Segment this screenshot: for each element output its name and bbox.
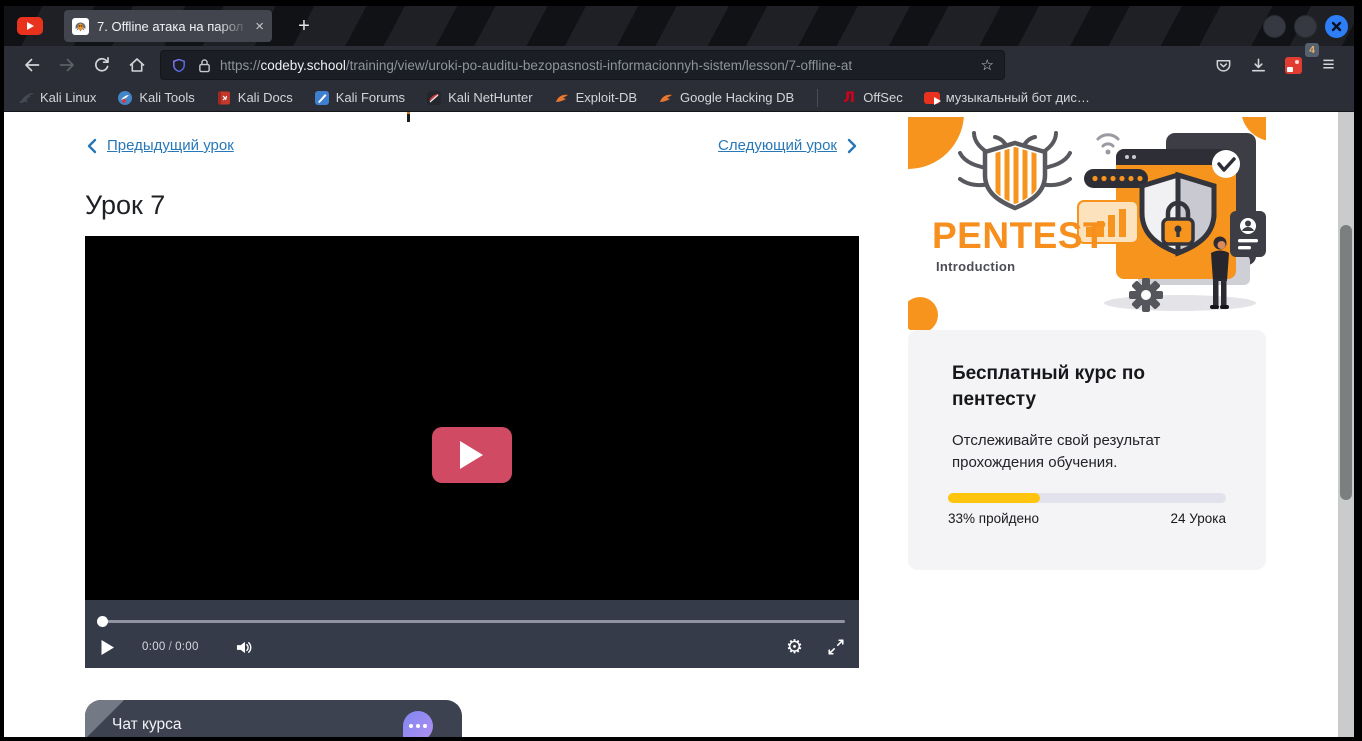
bookmark-offsec[interactable]: Л OffSec xyxy=(841,90,903,106)
shield-icon[interactable] xyxy=(171,57,187,74)
toolbar-right: 4 ≡ xyxy=(1206,50,1354,80)
chevron-left-icon xyxy=(85,138,99,154)
big-play-button[interactable] xyxy=(432,427,512,483)
kali-tools-icon xyxy=(117,90,133,106)
bookmark-google-hacking-db[interactable]: Google Hacking DB xyxy=(658,90,794,106)
bookmark-kali-nethunter[interactable]: Kali NetHunter xyxy=(426,90,533,106)
pinned-tab-youtube[interactable] xyxy=(4,9,56,43)
bookmark-kali-docs[interactable]: Kali Docs xyxy=(216,90,293,106)
exploit-db-icon xyxy=(554,90,570,106)
card-title: Бесплатный курс по пентесту xyxy=(952,361,1207,413)
bookmark-exploit-db[interactable]: Exploit-DB xyxy=(554,90,637,106)
video-downloader-addon-icon[interactable]: 4 xyxy=(1276,50,1311,80)
chat-title: Чат курса xyxy=(112,716,182,734)
progress-percent-label: 33% пройдено xyxy=(948,511,1039,526)
banner-brand-text: PENTEST xyxy=(932,215,1106,257)
card-description: Отслеживайте свой результат прохождения … xyxy=(952,430,1182,474)
chat-bubble-icon[interactable] xyxy=(403,711,433,737)
tab-close-icon[interactable]: × xyxy=(255,18,264,35)
bookmark-kali-linux[interactable]: Kali Linux xyxy=(18,90,96,106)
play-icon[interactable] xyxy=(100,639,115,656)
lesson-title: Урок 7 xyxy=(85,190,165,221)
close-button[interactable] xyxy=(1325,15,1348,38)
progress-fill xyxy=(948,493,1040,503)
kali-docs-icon xyxy=(216,90,232,106)
volume-icon[interactable] xyxy=(235,639,254,656)
scrollbar-thumb[interactable] xyxy=(1340,225,1352,500)
fullscreen-icon[interactable] xyxy=(827,638,845,656)
addon-red-icon xyxy=(1285,57,1302,74)
active-tab[interactable]: 7. Offline атака на парол × xyxy=(64,10,272,42)
navigation-toolbar: https://codeby.school/training/view/urok… xyxy=(4,46,1354,84)
bookmark-music-bot[interactable]: музыкальный бот дис… xyxy=(924,90,1090,106)
progress-bar xyxy=(948,493,1226,503)
kali-forums-icon xyxy=(314,90,330,106)
bookmarks-toolbar: Kali Linux Kali Tools Kali Docs Kali For… xyxy=(4,84,1354,112)
pocket-icon[interactable] xyxy=(1206,50,1241,80)
addon-badge: 4 xyxy=(1305,43,1319,57)
previous-lesson-link[interactable]: Предыдущий урок xyxy=(85,137,234,154)
bookmark-kali-forums[interactable]: Kali Forums xyxy=(314,90,405,106)
bookmarks-separator xyxy=(817,89,818,107)
youtube-icon xyxy=(17,17,43,35)
lesson-navigation: Предыдущий урок Следующий урок xyxy=(85,137,859,154)
titlebar: 7. Offline атака на парол × + xyxy=(4,6,1354,46)
lessons-count-label: 24 Урока xyxy=(1171,511,1226,526)
offsec-icon: Л xyxy=(841,90,857,106)
home-icon[interactable] xyxy=(119,50,154,80)
time-display: 0:00/0:00 xyxy=(142,641,199,653)
forward-icon[interactable] xyxy=(49,50,84,80)
tab-title: 7. Offline атака на парол xyxy=(97,19,251,34)
kali-nethunter-icon xyxy=(426,90,442,106)
back-icon[interactable] xyxy=(14,50,49,80)
course-progress-card: Бесплатный курс по пентесту Отслеживайте… xyxy=(908,330,1266,570)
reload-icon[interactable] xyxy=(84,50,119,80)
player-controls: 0:00/0:00 ⚙ xyxy=(85,600,859,668)
kali-linux-icon xyxy=(18,90,34,106)
chevron-right-icon xyxy=(845,138,859,154)
browser-window: 7. Offline атака на парол × + xyxy=(0,0,1362,741)
banner-subtitle-text: Introduction xyxy=(936,259,1015,274)
settings-gear-icon[interactable]: ⚙ xyxy=(786,638,803,657)
clipped-heading-fragment xyxy=(407,112,410,122)
url-text[interactable]: https://codeby.school/training/view/urok… xyxy=(220,58,975,73)
google-hacking-db-icon xyxy=(658,90,674,106)
page-scrollbar[interactable] xyxy=(1338,112,1354,737)
seek-knob[interactable] xyxy=(97,616,108,627)
lock-icon xyxy=(198,58,211,73)
maximize-button[interactable] xyxy=(1294,15,1317,38)
next-lesson-link[interactable]: Следующий урок xyxy=(718,137,859,154)
video-screen[interactable] xyxy=(85,236,859,600)
youtube-icon xyxy=(924,90,940,106)
url-bar[interactable]: https://codeby.school/training/view/urok… xyxy=(160,50,1005,80)
minimize-button[interactable] xyxy=(1263,15,1286,38)
seek-bar[interactable] xyxy=(100,620,845,623)
window-controls xyxy=(1263,15,1354,38)
course-banner: PENTEST Introduction xyxy=(908,117,1266,330)
video-player: 0:00/0:00 ⚙ xyxy=(85,236,859,668)
course-chat-panel[interactable]: Чат курса xyxy=(85,700,462,737)
downloads-icon[interactable] xyxy=(1241,50,1276,80)
page-content: Предыдущий урок Следующий урок Урок 7 0:… xyxy=(4,112,1338,737)
bookmark-kali-tools[interactable]: Kali Tools xyxy=(117,90,194,106)
codeby-favicon-icon xyxy=(72,18,89,35)
bookmark-star-icon[interactable]: ☆ xyxy=(981,56,994,74)
new-tab-button[interactable]: + xyxy=(290,15,318,38)
